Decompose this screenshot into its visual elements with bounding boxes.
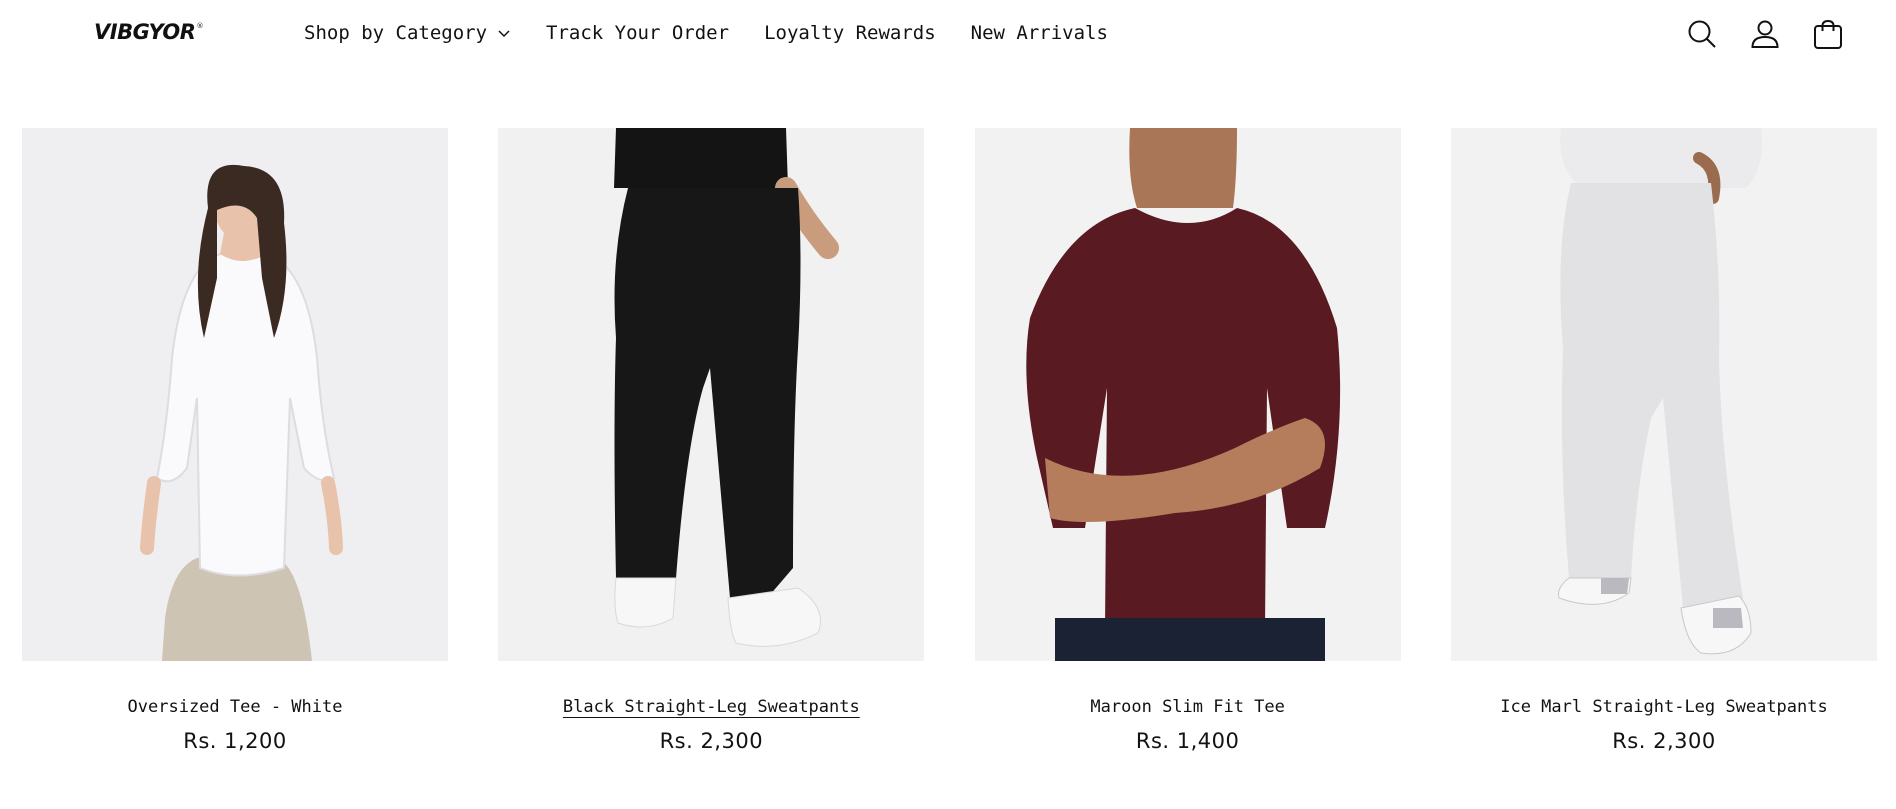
- brand-logo[interactable]: VIBGYOR ®: [94, 20, 203, 48]
- product-card[interactable]: Maroon Slim Fit Tee Rs. 1,400: [974, 128, 1401, 753]
- nav-track-your-order[interactable]: Track Your Order: [546, 22, 729, 44]
- nav-new-arrivals[interactable]: New Arrivals: [971, 22, 1108, 44]
- product-image[interactable]: [974, 128, 1401, 661]
- product-image[interactable]: [22, 128, 448, 661]
- product-image[interactable]: [1450, 128, 1877, 661]
- product-grid: Oversized Tee - White Rs. 1,200 Black St…: [22, 128, 1877, 753]
- product-title[interactable]: Ice Marl Straight-Leg Sweatpants: [1500, 697, 1828, 717]
- search-icon[interactable]: [1684, 16, 1720, 52]
- brand-logo-text: VIBGYOR: [94, 20, 196, 44]
- header-icons: [1657, 16, 1846, 52]
- product-card[interactable]: Black Straight-Leg Sweatpants Rs. 2,300: [498, 128, 925, 753]
- product-title[interactable]: Maroon Slim Fit Tee: [1090, 697, 1284, 717]
- main-nav: Shop by Category Track Your Order Loyalt…: [304, 18, 1143, 48]
- product-card[interactable]: Oversized Tee - White Rs. 1,200: [22, 128, 448, 753]
- product-title[interactable]: Black Straight-Leg Sweatpants: [563, 697, 860, 717]
- product-price: Rs. 2,300: [1612, 729, 1716, 753]
- registered-mark: ®: [196, 22, 203, 30]
- nav-loyalty-rewards[interactable]: Loyalty Rewards: [764, 22, 936, 44]
- product-title[interactable]: Oversized Tee - White: [128, 697, 343, 717]
- chevron-down-icon: [497, 26, 511, 40]
- product-price: Rs. 1,200: [183, 729, 287, 753]
- product-price: Rs. 2,300: [659, 729, 764, 753]
- account-icon[interactable]: [1747, 16, 1783, 52]
- product-card[interactable]: Ice Marl Straight-Leg Sweatpants Rs. 2,3…: [1450, 128, 1877, 753]
- product-price: Rs. 1,400: [1135, 729, 1240, 753]
- site-header: VIBGYOR ® Shop by Category Track Your Ord…: [0, 0, 1896, 68]
- product-image[interactable]: [498, 128, 925, 661]
- nav-shop-by-category-label: Shop by Category: [304, 22, 488, 44]
- nav-shop-by-category[interactable]: Shop by Category: [304, 22, 511, 44]
- cart-icon[interactable]: [1810, 16, 1846, 52]
